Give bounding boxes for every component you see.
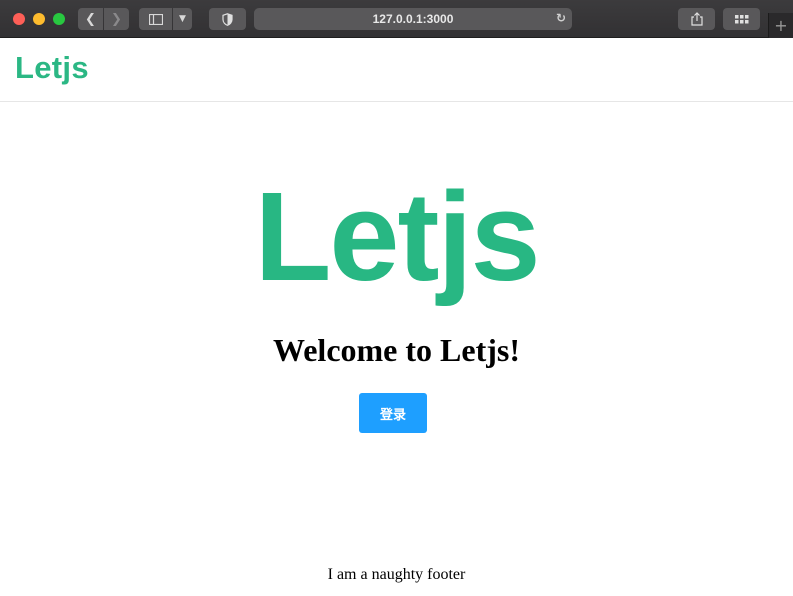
new-tab-button[interactable]: + bbox=[768, 13, 793, 38]
chevron-down-icon: ▼ bbox=[179, 14, 186, 24]
page-footer: I am a naughty footer bbox=[327, 566, 466, 583]
welcome-heading: Welcome to Letjs! bbox=[272, 332, 520, 368]
forward-button[interactable]: ❯ bbox=[104, 8, 129, 30]
share-icon bbox=[690, 12, 703, 26]
privacy-report-button[interactable] bbox=[209, 8, 246, 30]
url-text: 127.0.0.1:3000 bbox=[372, 12, 454, 26]
tab-overview-icon bbox=[734, 14, 748, 23]
site-navbar: Letjs bbox=[0, 38, 793, 102]
chevron-right-icon: ❯ bbox=[111, 11, 122, 27]
back-button[interactable]: ❮ bbox=[78, 8, 103, 30]
navbar-brand-link[interactable]: Letjs bbox=[15, 50, 89, 86]
sidebar-icon bbox=[148, 13, 163, 25]
login-button[interactable]: 登录 bbox=[359, 393, 427, 433]
reload-icon[interactable]: ↻ bbox=[556, 11, 566, 25]
hero-logo: Letjs bbox=[254, 166, 540, 307]
sidebar-dropdown-button[interactable]: ▼ bbox=[173, 8, 192, 30]
chevron-left-icon: ❮ bbox=[85, 11, 96, 27]
shield-icon bbox=[222, 12, 233, 26]
minimize-window-button[interactable] bbox=[33, 13, 45, 25]
tab-overview-button[interactable] bbox=[723, 8, 760, 30]
sidebar-toggle-button[interactable] bbox=[139, 8, 172, 30]
share-button[interactable] bbox=[678, 8, 715, 30]
zoom-window-button[interactable] bbox=[53, 13, 65, 25]
plus-icon: + bbox=[774, 16, 788, 35]
address-bar[interactable]: 127.0.0.1:3000 ↻ bbox=[254, 8, 572, 30]
close-window-button[interactable] bbox=[13, 13, 25, 25]
browser-toolbar: ❮ ❯ ▼ 127.0.0.1:3000 ↻ + bbox=[0, 0, 793, 38]
